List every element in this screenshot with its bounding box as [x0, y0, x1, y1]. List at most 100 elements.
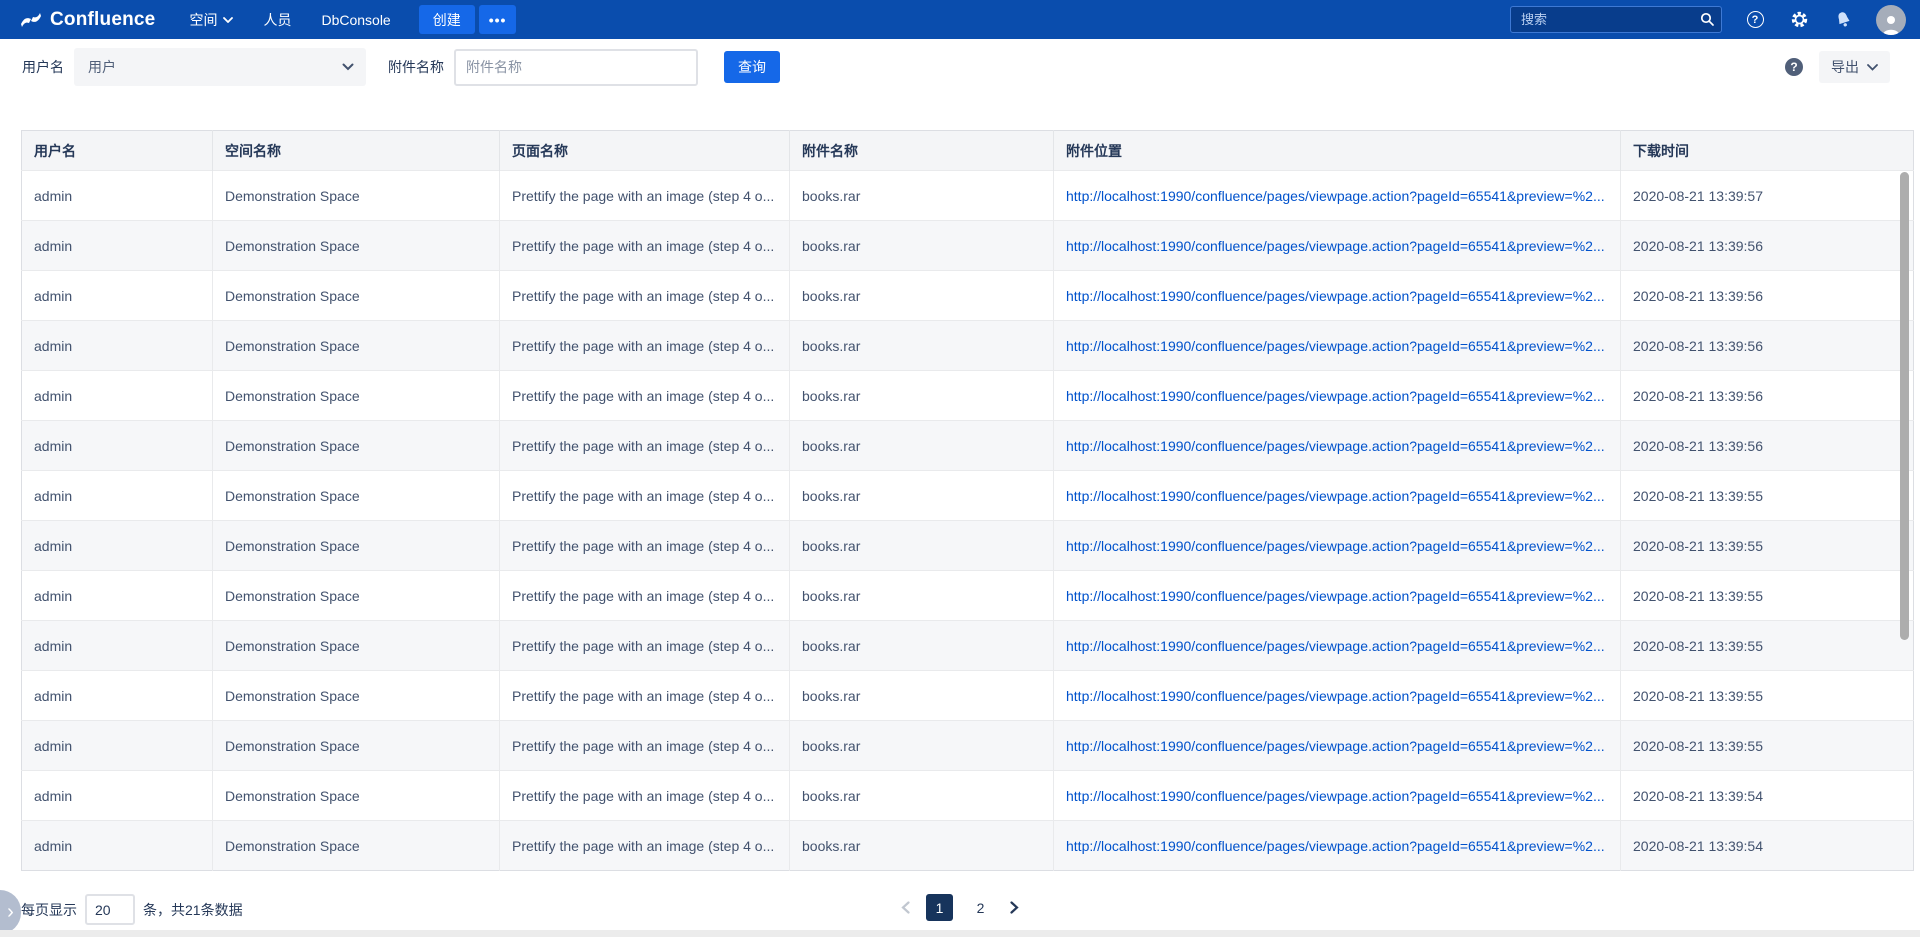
space-cell: Demonstration Space	[213, 821, 500, 871]
attachment-cell: books.rar	[790, 771, 1054, 821]
export-label: 导出	[1831, 57, 1859, 77]
attachment-cell: books.rar	[790, 421, 1054, 471]
table-header-row: 用户名空间名称页面名称附件名称附件位置下载时间	[22, 131, 1914, 171]
user-cell: admin	[22, 571, 213, 621]
attachment-url-link[interactable]: http://localhost:1990/confluence/pages/v…	[1066, 688, 1605, 704]
next-page-button[interactable]	[1008, 899, 1021, 916]
expander-chevron-icon: ›	[7, 901, 14, 924]
downloads-table-container: 用户名空间名称页面名称附件名称附件位置下载时间 adminDemonstrati…	[21, 130, 1913, 871]
username-select[interactable]: 用户	[74, 48, 366, 86]
prev-page-button[interactable]	[899, 899, 912, 916]
nav-item-spaces[interactable]: 空间	[189, 10, 233, 30]
table-row: adminDemonstration SpacePrettify the pag…	[22, 671, 1914, 721]
query-button[interactable]: 查询	[724, 51, 780, 83]
page-cell: Prettify the page with an image (step 4 …	[500, 571, 790, 621]
table-row: adminDemonstration SpacePrettify the pag…	[22, 571, 1914, 621]
gear-icon[interactable]	[1788, 9, 1810, 31]
url-cell: http://localhost:1990/confluence/pages/v…	[1054, 721, 1621, 771]
attachment-url-link[interactable]: http://localhost:1990/confluence/pages/v…	[1066, 488, 1605, 504]
search-container	[1510, 6, 1722, 33]
help-glyph: ?	[1747, 11, 1764, 28]
chevron-right-icon	[1010, 901, 1019, 914]
attachment-url-link[interactable]: http://localhost:1990/confluence/pages/v…	[1066, 288, 1605, 304]
nav-item-label: DbConsole	[321, 12, 390, 28]
user-cell: admin	[22, 471, 213, 521]
gear-icon-svg	[1790, 10, 1809, 29]
attachment-cell: books.rar	[790, 571, 1054, 621]
bell-icon-svg	[1834, 10, 1853, 29]
url-cell: http://localhost:1990/confluence/pages/v…	[1054, 471, 1621, 521]
nav-buttons: 创建 •••	[419, 5, 517, 34]
page-number-list: 12	[926, 894, 994, 921]
page-cell: Prettify the page with an image (step 4 …	[500, 821, 790, 871]
space-cell: Demonstration Space	[213, 721, 500, 771]
attachment-cell: books.rar	[790, 371, 1054, 421]
table-row: adminDemonstration SpacePrettify the pag…	[22, 721, 1914, 771]
url-cell: http://localhost:1990/confluence/pages/v…	[1054, 171, 1621, 221]
attachment-url-link[interactable]: http://localhost:1990/confluence/pages/v…	[1066, 238, 1605, 254]
attachment-url-link[interactable]: http://localhost:1990/confluence/pages/v…	[1066, 738, 1605, 754]
navbar-right: ?	[1510, 5, 1906, 35]
attachment-url-link[interactable]: http://localhost:1990/confluence/pages/v…	[1066, 538, 1605, 554]
space-cell: Demonstration Space	[213, 421, 500, 471]
search-icon[interactable]	[1699, 11, 1715, 27]
page-button-1[interactable]: 1	[926, 894, 953, 921]
space-cell: Demonstration Space	[213, 521, 500, 571]
table-row: adminDemonstration SpacePrettify the pag…	[22, 771, 1914, 821]
attachment-name-input[interactable]	[454, 49, 698, 86]
attachment-url-link[interactable]: http://localhost:1990/confluence/pages/v…	[1066, 338, 1605, 354]
user-cell: admin	[22, 171, 213, 221]
table-row: adminDemonstration SpacePrettify the pag…	[22, 221, 1914, 271]
attachment-url-link[interactable]: http://localhost:1990/confluence/pages/v…	[1066, 188, 1605, 204]
more-actions-button[interactable]: •••	[479, 5, 517, 34]
attachment-name-label: 附件名称	[388, 57, 444, 77]
page-cell: Prettify the page with an image (step 4 …	[500, 671, 790, 721]
attachment-url-link[interactable]: http://localhost:1990/confluence/pages/v…	[1066, 838, 1605, 854]
space-cell: Demonstration Space	[213, 621, 500, 671]
table-scrollbar[interactable]	[1900, 172, 1909, 640]
nav-item-label: 空间	[189, 10, 217, 30]
table-row: adminDemonstration SpacePrettify the pag…	[22, 371, 1914, 421]
column-header: 附件位置	[1054, 131, 1621, 171]
time-cell: 2020-08-21 13:39:55	[1621, 721, 1914, 771]
footer-bar: 每页显示 条，共21条数据 12	[0, 886, 1920, 932]
nav-item-people[interactable]: 人员	[263, 10, 291, 30]
help-icon[interactable]: ?	[1744, 9, 1766, 31]
user-cell: admin	[22, 321, 213, 371]
create-button[interactable]: 创建	[419, 5, 475, 34]
time-cell: 2020-08-21 13:39:56	[1621, 421, 1914, 471]
url-cell: http://localhost:1990/confluence/pages/v…	[1054, 771, 1621, 821]
search-input[interactable]	[1510, 6, 1722, 33]
time-cell: 2020-08-21 13:39:55	[1621, 521, 1914, 571]
avatar[interactable]	[1876, 5, 1906, 35]
table-row: adminDemonstration SpacePrettify the pag…	[22, 821, 1914, 871]
space-cell: Demonstration Space	[213, 271, 500, 321]
nav-item-dbconsole[interactable]: DbConsole	[321, 12, 390, 28]
column-header: 附件名称	[790, 131, 1054, 171]
confluence-logo[interactable]: Confluence	[20, 9, 155, 31]
time-cell: 2020-08-21 13:39:54	[1621, 771, 1914, 821]
help-icon-dark[interactable]: ?	[1785, 58, 1803, 76]
url-cell: http://localhost:1990/confluence/pages/v…	[1054, 371, 1621, 421]
page-cell: Prettify the page with an image (step 4 …	[500, 771, 790, 821]
attachment-url-link[interactable]: http://localhost:1990/confluence/pages/v…	[1066, 788, 1605, 804]
bell-icon[interactable]	[1832, 9, 1854, 31]
attachment-url-link[interactable]: http://localhost:1990/confluence/pages/v…	[1066, 638, 1605, 654]
chevron-down-icon	[223, 17, 233, 23]
page-cell: Prettify the page with an image (step 4 …	[500, 221, 790, 271]
table-row: adminDemonstration SpacePrettify the pag…	[22, 321, 1914, 371]
space-cell: Demonstration Space	[213, 221, 500, 271]
page-cell: Prettify the page with an image (step 4 …	[500, 171, 790, 221]
page-button-2[interactable]: 2	[967, 894, 994, 921]
attachment-url-link[interactable]: http://localhost:1990/confluence/pages/v…	[1066, 438, 1605, 454]
export-button[interactable]: 导出	[1819, 51, 1890, 83]
confluence-logo-icon	[20, 10, 42, 30]
url-cell: http://localhost:1990/confluence/pages/v…	[1054, 521, 1621, 571]
attachment-url-link[interactable]: http://localhost:1990/confluence/pages/v…	[1066, 388, 1605, 404]
attachment-cell: books.rar	[790, 721, 1054, 771]
page-cell: Prettify the page with an image (step 4 …	[500, 721, 790, 771]
chevron-left-icon	[901, 901, 910, 914]
page-cell: Prettify the page with an image (step 4 …	[500, 521, 790, 571]
attachment-cell: books.rar	[790, 621, 1054, 671]
attachment-url-link[interactable]: http://localhost:1990/confluence/pages/v…	[1066, 588, 1605, 604]
